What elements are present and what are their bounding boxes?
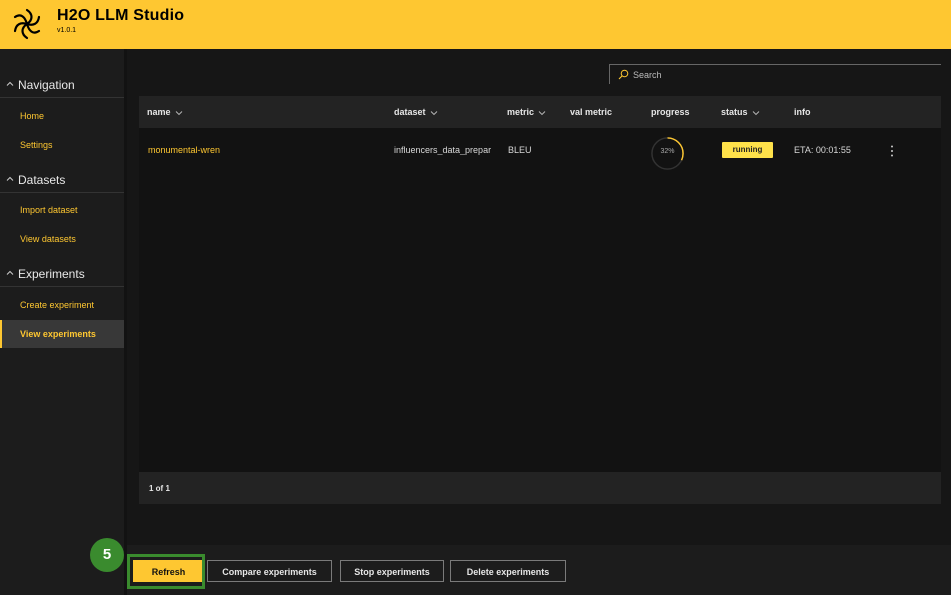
metric-cell: BLEU — [508, 145, 532, 155]
sort-chevron-icon — [538, 110, 546, 115]
column-header-name[interactable]: name — [147, 107, 183, 117]
app-title: H2O LLM Studio — [57, 7, 185, 24]
column-header-metric[interactable]: metric — [507, 107, 546, 117]
sidebar-item-label: Home — [20, 111, 45, 121]
nav-group-datasets[interactable]: Datasets — [0, 171, 124, 191]
column-header-label: progress — [651, 107, 690, 117]
nav-divider — [0, 192, 124, 193]
table-footer: 1 of 1 — [139, 472, 941, 504]
column-header-progress[interactable]: progress — [651, 107, 690, 117]
sidebar-item-label: Import dataset — [20, 205, 78, 215]
column-header-label: status — [721, 107, 748, 117]
column-header-status[interactable]: status — [721, 107, 760, 117]
column-header-val-metric[interactable]: val metric — [570, 107, 612, 117]
action-toolbar: Refresh Compare experiments Stop experim… — [127, 548, 951, 595]
step-highlight-box — [127, 554, 205, 589]
sidebar-item-label: Settings — [20, 140, 53, 150]
status-badge: running — [722, 142, 773, 158]
nav-divider — [0, 97, 124, 98]
pagination-label: 1 of 1 — [149, 484, 170, 493]
column-header-info[interactable]: info — [794, 107, 811, 117]
stop-experiments-button[interactable]: Stop experiments — [340, 560, 444, 582]
experiment-name-link[interactable]: monumental-wren — [148, 145, 378, 155]
sidebar-item-view-experiments[interactable]: View experiments — [0, 320, 124, 348]
sidebar-item-label: View experiments — [20, 329, 96, 339]
table-header: name dataset metric val metric progress … — [139, 96, 941, 128]
sidebar-item-label: Create experiment — [20, 300, 95, 310]
sort-chevron-icon — [430, 110, 437, 115]
sidebar-item-home[interactable]: Home — [0, 102, 124, 130]
app-version: v1.0.1 — [57, 27, 77, 34]
column-header-dataset[interactable]: dataset — [394, 107, 438, 117]
nav-group-label: Navigation — [18, 78, 75, 92]
search-input[interactable] — [633, 67, 923, 82]
compare-experiments-button[interactable]: Compare experiments — [207, 560, 332, 582]
h2o-logo-icon[interactable] — [9, 6, 45, 42]
nav-group-navigation[interactable]: Navigation — [0, 76, 124, 96]
chevron-up-icon — [6, 81, 14, 86]
sidebar-item-view-datasets[interactable]: View datasets — [0, 225, 124, 253]
dataset-cell: influencers_data_prepar — [394, 145, 492, 155]
column-header-label: name — [147, 107, 171, 117]
search-icon — [618, 69, 629, 80]
experiments-table: name dataset metric val metric progress … — [139, 96, 941, 504]
progress-label: 32% — [660, 148, 675, 155]
nav-group-label: Datasets — [18, 173, 66, 187]
column-header-label: val metric — [570, 107, 613, 117]
sidebar-item-settings[interactable]: Settings — [0, 131, 124, 159]
sidebar-item-create-experiment[interactable]: Create experiment — [0, 291, 124, 319]
column-header-label: info — [794, 107, 811, 117]
sidebar-item-label: View datasets — [20, 234, 76, 244]
sidebar: Navigation Home Settings Datasets Import… — [0, 49, 124, 595]
nav-group-label: Experiments — [18, 267, 85, 281]
nav-divider — [0, 286, 124, 287]
table-row[interactable]: monumental-wren influencers_data_prepar … — [139, 132, 941, 174]
sidebar-item-import-dataset[interactable]: Import dataset — [0, 196, 124, 224]
info-cell: ETA: 00:01:55 — [794, 145, 851, 155]
column-header-label: dataset — [394, 107, 426, 117]
step-number-badge: 5 — [90, 538, 124, 572]
sort-chevron-icon — [752, 110, 759, 115]
more-vertical-icon[interactable] — [889, 144, 895, 158]
search-box[interactable] — [609, 64, 941, 84]
delete-experiments-button[interactable]: Delete experiments — [450, 560, 566, 582]
chevron-up-icon — [6, 270, 14, 275]
column-header-label: metric — [507, 107, 535, 117]
app-header: H2O LLM Studio v1.0.1 — [0, 0, 951, 49]
nav-group-experiments[interactable]: Experiments — [0, 265, 124, 285]
chevron-up-icon — [6, 176, 14, 181]
sort-chevron-icon — [175, 110, 182, 115]
